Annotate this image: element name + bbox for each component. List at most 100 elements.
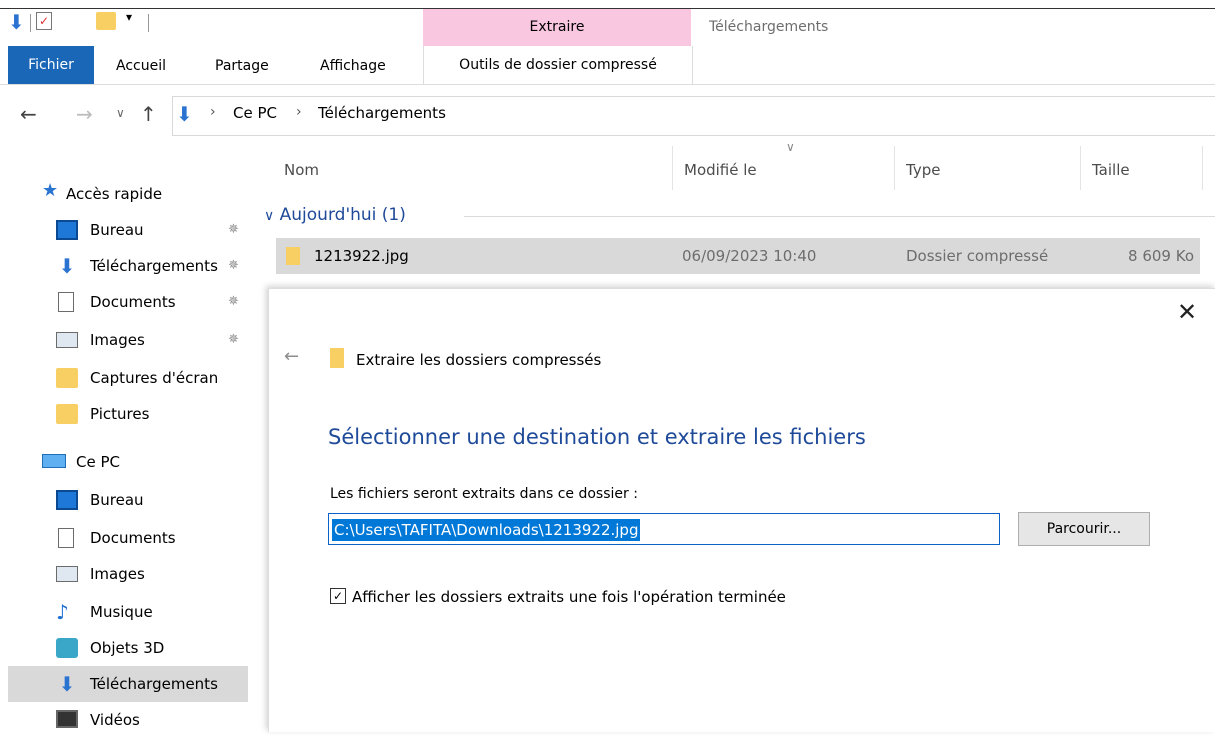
column-header-modifie[interactable]: Modifié le [684,150,757,190]
dialog-title: Extraire les dossiers compressés [356,351,602,369]
pin-icon[interactable]: ✵ [228,294,239,309]
tab-affichage[interactable]: Affichage [320,52,386,80]
file-name: 1213922.jpg [314,247,409,265]
folder-icon [56,404,78,424]
up-arrow-icon[interactable]: ↑ [140,102,157,126]
tab-accueil[interactable]: Accueil [116,52,166,80]
download-icon: ⬇ [58,672,76,696]
column-separator [1202,146,1203,190]
back-arrow-icon[interactable]: ← [284,346,299,367]
sidebar-item-label: Musique [90,603,153,621]
sidebar-item-label: Bureau [90,221,144,239]
computer-icon [42,454,66,470]
sidebar-item-label: Captures d'écran [90,369,219,387]
sidebar-quick-access[interactable]: Accès rapide [66,176,162,212]
column-separator [894,146,895,190]
chevron-down-icon[interactable]: ▾ [126,10,132,24]
tab-extraire-label: Extraire [529,19,585,35]
sidebar-item-objets-3d[interactable]: Objets 3D [0,630,250,666]
image-icon [56,332,78,348]
tab-partage[interactable]: Partage [215,52,269,80]
sidebar-item-documents-pc[interactable]: Documents [0,520,250,556]
document-icon [58,292,74,312]
sidebar-item-images-pc[interactable]: Images [0,556,250,592]
sidebar-item-label: Images [90,565,145,583]
show-extracted-checkbox[interactable]: ✓ [330,588,346,604]
group-divider [464,216,1215,217]
group-header[interactable]: ∨ Aujourd'hui (1) [264,200,406,231]
chevron-right-icon: › [296,104,302,120]
window-title: Téléchargements [709,19,829,35]
cube-3d-icon [56,638,78,658]
sidebar-item-pictures[interactable]: Pictures [0,396,250,432]
breadcrumb-telechargements[interactable]: Téléchargements [318,104,446,122]
separator [30,14,31,32]
group-label: Aujourd'hui (1) [279,205,406,225]
sidebar-item-bureau-pc[interactable]: Bureau [0,482,250,518]
file-type: Dossier compressé [906,247,1049,265]
desktop-icon [56,490,78,510]
star-icon: ★ [42,180,59,201]
sidebar-item-label: Documents [90,529,176,547]
destination-path-value: C:\Users\TAFITA\Downloads\1213922.jpg [332,519,641,541]
download-icon: ⬇ [58,254,76,278]
desktop-icon [56,220,78,240]
separator [148,14,149,32]
sort-chevron-icon: ∨ [786,140,795,154]
sidebar-item-bureau[interactable]: Bureau ✵ [0,212,250,248]
tab-fichier[interactable]: Fichier [8,46,94,84]
sidebar-item-label: Objets 3D [90,639,165,657]
sidebar-item-label: Téléchargements [90,257,218,275]
sidebar-item-label: Images [90,331,145,349]
sidebar-item-label: Documents [90,293,176,311]
column-separator [1080,146,1081,190]
zip-folder-icon [330,348,344,368]
column-separator [672,146,673,190]
file-size: 8 609 Ko [1128,247,1194,265]
tab-outils-dossier[interactable]: Outils de dossier compressé [423,46,693,84]
sidebar-ce-pc[interactable]: Ce PC [76,444,120,480]
folder-icon[interactable] [96,12,116,30]
sidebar-item-label: Téléchargements [90,675,218,693]
chevron-down-icon: ∨ [264,208,275,224]
sidebar-item-documents[interactable]: Documents ✵ [0,284,250,320]
pin-icon[interactable]: ✵ [228,258,239,273]
table-row[interactable]: 1213922.jpg 06/09/2023 10:40 Dossier com… [276,238,1200,274]
tab-extraire[interactable]: Extraire [423,8,691,46]
sidebar-item-musique[interactable]: ♪ Musique [0,594,250,630]
column-header-type[interactable]: Type [906,150,940,190]
recent-chevron-icon[interactable]: ∨ [116,106,125,120]
pin-icon[interactable]: ✵ [228,222,239,237]
image-icon [56,566,78,582]
column-header-taille[interactable]: Taille [1092,150,1130,190]
breadcrumb-ce-pc[interactable]: Ce PC [233,104,277,122]
destination-label: Les fichiers seront extraits dans ce dos… [330,486,638,502]
zip-folder-icon [286,247,300,265]
download-icon[interactable]: ⬇ [8,10,25,34]
column-header-nom[interactable]: Nom [284,150,319,190]
sidebar-item-videos[interactable]: Vidéos [0,702,250,738]
chevron-right-icon: › [210,104,216,120]
sidebar-item-images[interactable]: Images ✵ [0,322,250,358]
back-arrow-icon[interactable]: ← [20,102,37,126]
checkbox-label[interactable]: Afficher les dossiers extraits une fois … [352,586,786,608]
sidebar-item-label: Pictures [90,405,150,423]
properties-icon[interactable]: ✓ [36,12,52,30]
sidebar-item-captures[interactable]: Captures d'écran [0,360,250,396]
pin-icon[interactable]: ✵ [228,332,239,347]
download-icon: ⬇ [176,102,193,126]
destination-path-input[interactable]: C:\Users\TAFITA\Downloads\1213922.jpg [328,513,1000,545]
sidebar-item-telechargements-pc[interactable]: ⬇ Téléchargements [8,666,248,702]
music-icon: ♪ [56,600,69,624]
sidebar-item-telechargements[interactable]: ⬇ Téléchargements ✵ [0,248,250,284]
title-divider [0,8,1215,9]
document-icon [58,528,74,548]
video-icon [56,710,78,728]
browse-button[interactable]: Parcourir... [1018,512,1150,546]
forward-arrow-icon[interactable]: → [76,102,93,126]
sidebar-item-label: Vidéos [90,711,140,729]
dialog-heading: Sélectionner une destination et extraire… [328,425,866,449]
sidebar-item-label: Bureau [90,491,144,509]
folder-icon [56,368,78,388]
close-icon[interactable]: ✕ [1177,298,1197,326]
